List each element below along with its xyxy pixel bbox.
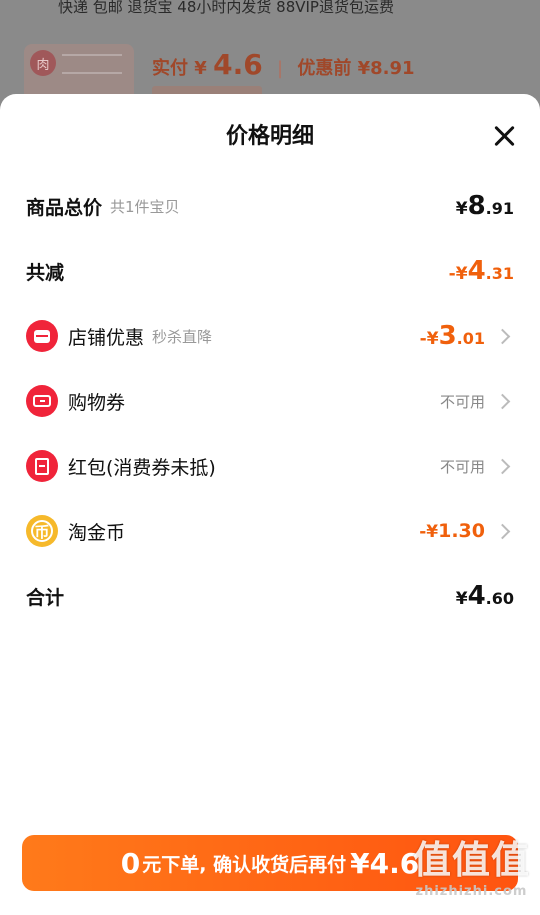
row-label: 淘金币 bbox=[68, 521, 126, 544]
thumbnail-badge: 肉 bbox=[30, 50, 56, 76]
cta-zero: 0 bbox=[120, 846, 141, 880]
row-sublabel: 共1件宝贝 bbox=[110, 197, 180, 216]
paid-label: 实付 bbox=[152, 58, 188, 79]
chevron-right-icon bbox=[494, 523, 511, 539]
amount-decimal: .31 bbox=[485, 264, 514, 283]
row-label: 商品总价 bbox=[26, 196, 103, 219]
amount-decimal: .60 bbox=[485, 589, 514, 608]
row-status: 不可用 bbox=[439, 457, 485, 476]
red-packet-icon bbox=[26, 450, 58, 482]
paid-currency: ¥ bbox=[194, 58, 207, 79]
amount-integer: 4 bbox=[467, 581, 486, 611]
row-amount: ¥ 8 .91 bbox=[456, 191, 514, 221]
taojinbi-coin-icon: 币 bbox=[26, 515, 58, 547]
chevron-right-icon bbox=[494, 458, 511, 474]
amount-currency: ¥ bbox=[455, 199, 468, 219]
row-red-packet[interactable]: 红包(消费券未抵) 不可用 bbox=[26, 446, 514, 486]
row-goods-total: 商品总价 共1件宝贝 ¥ 8 .91 bbox=[26, 186, 514, 226]
row-amount: -¥ 1.30 bbox=[419, 520, 485, 542]
row-label: 共减 bbox=[26, 261, 65, 284]
row-label: 店铺优惠 bbox=[68, 326, 145, 349]
row-store-discount[interactable]: 店铺优惠 秒杀直降 -¥ 3 .01 bbox=[26, 316, 514, 356]
price-separator: | bbox=[276, 58, 284, 79]
amount-integer: 3 bbox=[438, 321, 457, 351]
sheet-title: 价格明细 bbox=[225, 124, 314, 149]
row-label: 购物券 bbox=[68, 391, 126, 414]
background-price: 实付 ¥ 4.6 | 优惠前 ¥8.91 bbox=[152, 48, 415, 81]
coupon-icon bbox=[26, 385, 58, 417]
amount-currency: ¥ bbox=[455, 589, 468, 609]
chevron-right-icon bbox=[494, 328, 511, 344]
row-amount: ¥ 4 .60 bbox=[456, 581, 514, 611]
row-label: 红包(消费券未抵) bbox=[68, 456, 216, 479]
store-icon bbox=[26, 320, 58, 352]
close-icon[interactable] bbox=[492, 124, 516, 148]
row-amount: -¥ 4 .31 bbox=[449, 256, 514, 286]
row-sublabel: 秒杀直降 bbox=[152, 327, 213, 346]
paid-value: 4.6 bbox=[213, 48, 263, 81]
cta-amount: ¥4.6 bbox=[350, 846, 420, 880]
price-before-discount: 优惠前 ¥8.91 bbox=[297, 58, 415, 79]
zero-yuan-order-button[interactable]: 0 元下单, 确认收货后再付 ¥4.6 bbox=[22, 835, 518, 891]
row-taojinbi[interactable]: 币 淘金币 -¥ 1.30 bbox=[26, 511, 514, 551]
amount-value: 1.30 bbox=[438, 520, 485, 542]
amount-integer: 4 bbox=[467, 256, 486, 286]
amount-decimal: .91 bbox=[485, 199, 514, 218]
amount-currency: -¥ bbox=[419, 329, 439, 349]
amount-integer: 8 bbox=[467, 191, 486, 221]
amount-currency: -¥ bbox=[419, 522, 439, 542]
thumbnail-decoration bbox=[62, 54, 122, 74]
price-detail-sheet: 价格明细 商品总价 共1件宝贝 ¥ 8 .91 共减 -¥ 4 .31 店铺优惠… bbox=[0, 94, 540, 915]
row-status: 不可用 bbox=[439, 392, 485, 411]
row-label: 合计 bbox=[26, 586, 65, 609]
row-shopping-coupon[interactable]: 购物券 不可用 bbox=[26, 381, 514, 421]
row-amount: -¥ 3 .01 bbox=[420, 321, 485, 351]
cta-text: 元下单, 确认收货后再付 bbox=[142, 853, 347, 876]
amount-currency: -¥ bbox=[448, 264, 468, 284]
row-grand-total: 合计 ¥ 4 .60 bbox=[26, 576, 514, 616]
chevron-right-icon bbox=[494, 393, 511, 409]
background-shipping-tags: 快递 包邮 退货宝 48小时内发货 88VIP退货包运费 bbox=[58, 0, 394, 16]
amount-decimal: .01 bbox=[456, 329, 485, 348]
row-total-discount: 共减 -¥ 4 .31 bbox=[26, 251, 514, 291]
